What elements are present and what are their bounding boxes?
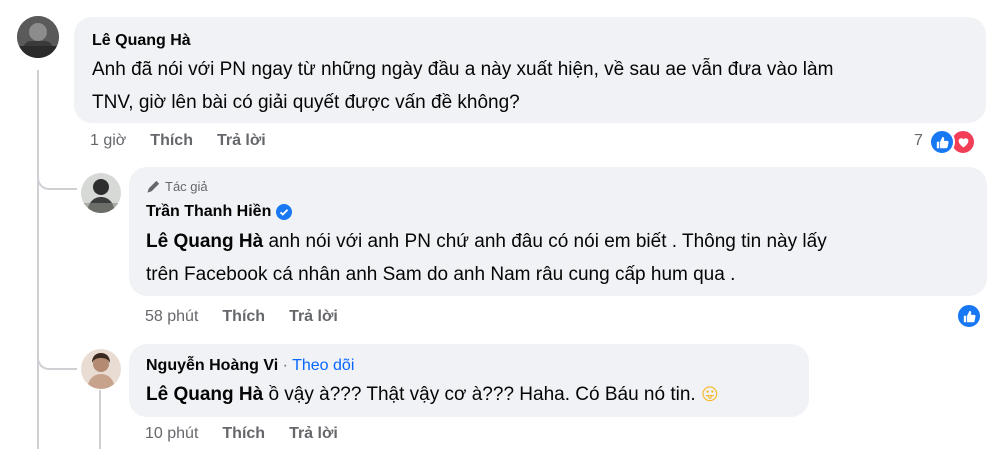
avatar-image [81,349,121,389]
thread-branch-2 [37,340,77,370]
author-badge-label: Tác giả [165,179,208,194]
comment-author[interactable]: Lê Quang Hà [92,32,191,50]
comment-author[interactable]: Trần Thanh Hiền [146,203,271,221]
comment-text-line: Lê Quang Hà anh nói với anh PN chứ anh đ… [146,225,827,258]
pen-icon [147,180,160,193]
thread-branch-1 [37,160,77,190]
comment-bubble: Nguyễn Hoàng Vi · Theo dõi Lê Quang Hà ồ… [129,344,809,417]
like-icon[interactable] [929,129,955,155]
comment-text: Lê Quang Hà anh nói với anh PN chứ anh đ… [146,225,827,291]
thread-line-sub [99,390,101,449]
like-icon[interactable] [956,303,982,329]
reply-button[interactable]: Trả lời [289,308,338,326]
comment-text-part: ồ vậy à??? Thật vậy cơ à??? Haha. Có Báu… [263,384,701,405]
comment-meta: 1 giờ Thích Trả lời [90,132,266,150]
like-button[interactable]: Thích [222,308,265,326]
like-button[interactable]: Thích [150,132,193,150]
reaction-count[interactable]: 7 [914,132,923,150]
comment-text: Anh đã nói với PN ngay từ những ngày đầu… [92,53,833,119]
comment-time[interactable]: 58 phút [145,308,198,326]
avatar[interactable] [81,349,121,389]
thread-line-main [37,70,39,449]
follow-button[interactable]: Theo dõi [292,357,354,374]
comment-text: Lê Quang Hà ồ vậy à??? Thật vậy cơ à??? … [146,378,719,411]
comment-bubble: Lê Quang Hà Anh đã nói với PN ngay từ nh… [74,17,986,123]
author-row: Nguyễn Hoàng Vi · Theo dõi [146,357,354,375]
comment-bubble: Tác giả Trần Thanh Hiền Lê Quang Hà anh … [129,167,987,296]
separator-dot: · [278,357,293,374]
comment-meta: 10 phút Thích Trả lời [145,425,338,443]
comment-text-line: TNV, giờ lên bài có giải quyết được vấn … [92,92,520,113]
mention-link[interactable]: Lê Quang Hà [146,231,263,252]
comment-time[interactable]: 1 giờ [90,132,126,150]
mention-link[interactable]: Lê Quang Hà [146,384,263,405]
comment-text-line: trên Facebook cá nhân anh Sam do anh Nam… [146,264,736,285]
comment-meta: 58 phút Thích Trả lời [145,308,338,326]
verified-badge-icon [276,204,293,220]
avatar[interactable] [17,16,59,58]
avatar[interactable] [81,173,121,213]
avatar-image [17,16,59,58]
emoji-tongue: 😛 [700,385,719,404]
comment-text-line: Anh đã nói với PN ngay từ những ngày đầu… [92,59,834,80]
author-row: Trần Thanh Hiền [146,203,293,221]
avatar-image [81,173,121,213]
like-button[interactable]: Thích [222,425,265,443]
reply-button[interactable]: Trả lời [289,425,338,443]
comment-author[interactable]: Nguyễn Hoàng Vi [146,357,278,374]
reply-button[interactable]: Trả lời [217,132,266,150]
author-badge: Tác giả [146,179,208,194]
comment-time[interactable]: 10 phút [145,425,198,443]
comment-text-part: anh nói với anh PN chứ anh đâu có nói em… [263,231,827,252]
